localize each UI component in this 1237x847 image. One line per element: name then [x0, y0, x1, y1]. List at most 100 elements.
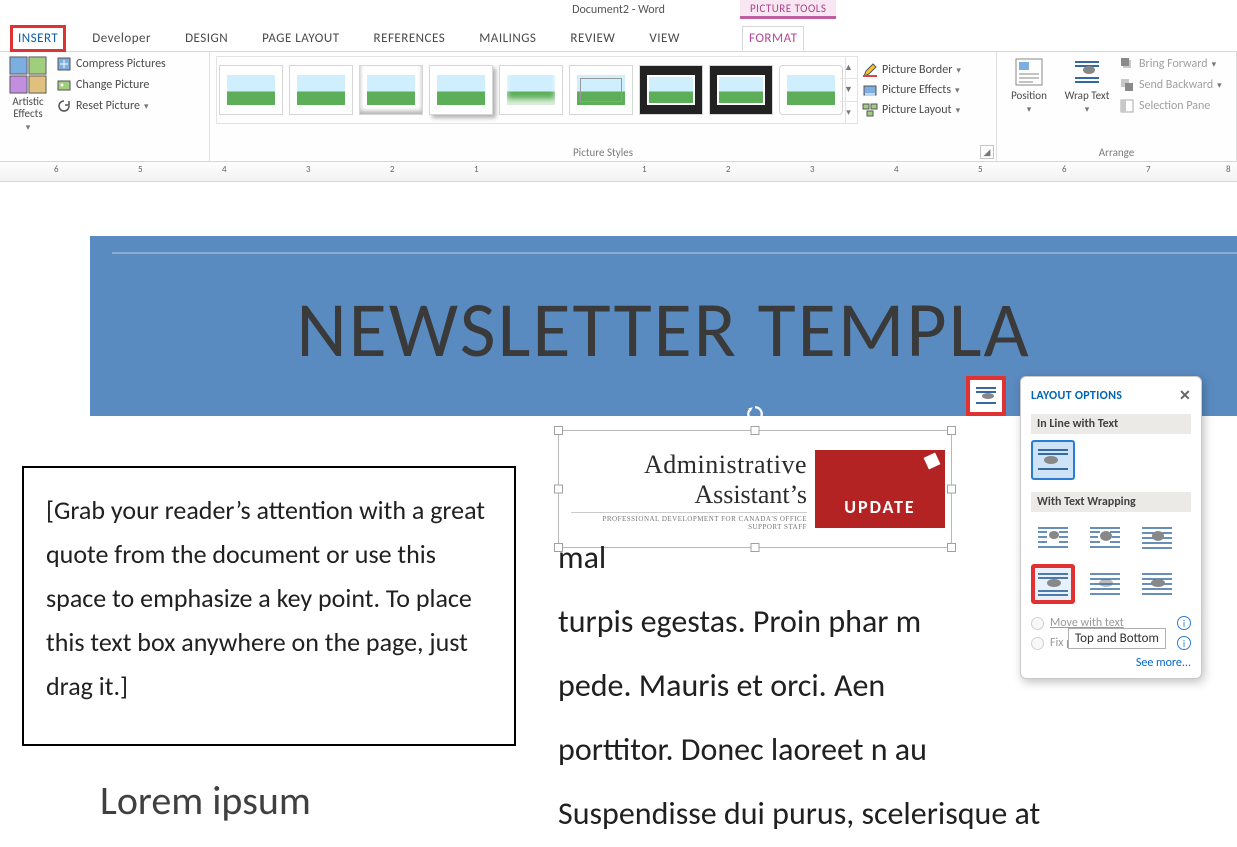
- ruler-tick: 3: [306, 164, 311, 175]
- wrap-option-top-bottom[interactable]: [1031, 564, 1075, 604]
- picture-styles-gallery[interactable]: [216, 56, 846, 124]
- horizontal-ruler[interactable]: 6 5 4 3 2 1 1 2 3 4 5 6 7 8: [0, 162, 1237, 182]
- fix-position-input[interactable]: [1031, 637, 1044, 650]
- picture-layout-label: Picture Layout: [882, 103, 952, 117]
- picture-layout-button[interactable]: Picture Layout: [862, 102, 961, 118]
- compress-label: Compress Pictures: [76, 57, 166, 71]
- pencil-icon: [862, 62, 878, 78]
- artistic-effects-button[interactable]: Artistic Effects: [6, 56, 50, 134]
- document-canvas[interactable]: NEWSLETTER TEMPLA [Grab your reader’s at…: [0, 182, 1237, 847]
- gallery-dropdown[interactable]: ▾: [840, 102, 857, 123]
- ribbon-tabs: INSERT Developer DESIGN PAGE LAYOUT REFE…: [0, 22, 1237, 52]
- picture-effects-label: Picture Effects: [882, 83, 951, 97]
- selection-pane-icon: [1119, 98, 1135, 114]
- selection-pane-label: Selection Pane: [1139, 99, 1210, 113]
- image-badge: UPDATE: [815, 450, 945, 528]
- wrap-option-behind[interactable]: [1083, 564, 1127, 604]
- picture-border-label: Picture Border: [882, 63, 952, 77]
- tab-mailings[interactable]: MAILINGS: [473, 27, 542, 50]
- picture-layout-icon: [862, 102, 878, 118]
- close-icon[interactable]: ✕: [1179, 387, 1191, 404]
- picture-styles-dialog-launcher[interactable]: ◢: [980, 145, 994, 159]
- image-text-line2: Assistant’s: [571, 480, 807, 510]
- info-icon[interactable]: i: [1177, 636, 1191, 650]
- tab-page-layout[interactable]: PAGE LAYOUT: [256, 27, 345, 50]
- gallery-row-up[interactable]: ▲: [840, 57, 857, 79]
- style-thumb-1[interactable]: [219, 65, 283, 115]
- style-thumb-8[interactable]: [709, 65, 773, 115]
- wrap-text-button[interactable]: Wrap Text: [1061, 56, 1113, 116]
- position-button[interactable]: Position: [1003, 56, 1055, 116]
- style-thumb-4[interactable]: [429, 65, 493, 115]
- image-text-line1: Administrative: [571, 450, 807, 480]
- picture-effects-button[interactable]: Picture Effects: [862, 82, 961, 98]
- change-picture-label: Change Picture: [76, 78, 149, 92]
- reset-picture-label: Reset Picture: [76, 99, 140, 113]
- wrap-behind-icon: [1088, 571, 1122, 597]
- tab-design[interactable]: DESIGN: [179, 27, 234, 50]
- compress-pictures-button[interactable]: Compress Pictures: [56, 56, 166, 72]
- ruler-tick: 2: [390, 164, 395, 175]
- quote-text: [Grab your reader’s attention with a gre…: [46, 494, 485, 702]
- tab-view[interactable]: VIEW: [643, 27, 686, 50]
- tab-developer[interactable]: Developer: [86, 27, 157, 50]
- style-thumb-5[interactable]: [499, 65, 563, 115]
- wrap-option-tight[interactable]: [1083, 518, 1127, 558]
- style-thumb-9[interactable]: [779, 65, 843, 115]
- ribbon: Artistic Effects Compress Pictures Chang…: [0, 52, 1237, 162]
- tab-review[interactable]: REVIEW: [564, 27, 621, 50]
- info-icon[interactable]: i: [1177, 616, 1191, 630]
- heading-lorem[interactable]: Lorem ipsum: [100, 776, 311, 825]
- ruler-tick: 6: [1062, 164, 1067, 175]
- send-backward-button[interactable]: Send Backward: [1119, 77, 1222, 93]
- ruler-tick: 6: [54, 164, 59, 175]
- gallery-row-down[interactable]: ▼: [840, 79, 857, 101]
- wrap-option-front[interactable]: [1135, 564, 1179, 604]
- resize-handle[interactable]: [554, 485, 563, 494]
- layout-options-button[interactable]: [966, 376, 1006, 416]
- selection-pane-button[interactable]: Selection Pane: [1119, 98, 1222, 114]
- tooltip-top-and-bottom: Top and Bottom: [1068, 628, 1166, 649]
- wrap-text-icon: [1071, 56, 1103, 88]
- wrap-option-square[interactable]: [1031, 518, 1075, 558]
- document-title: Document2 - Word: [572, 3, 665, 17]
- resize-handle[interactable]: [554, 426, 563, 435]
- rotate-handle-icon[interactable]: [746, 405, 764, 423]
- style-thumb-6[interactable]: [569, 65, 633, 115]
- bring-forward-icon: [1119, 56, 1135, 72]
- position-icon: [1013, 56, 1045, 88]
- layout-options-icon: [974, 385, 998, 407]
- resize-handle[interactable]: [947, 485, 956, 494]
- change-picture-icon: [56, 77, 72, 93]
- style-thumb-7[interactable]: [639, 65, 703, 115]
- quote-text-box[interactable]: [Grab your reader’s attention with a gre…: [22, 466, 516, 746]
- wrap-tight-icon: [1088, 525, 1122, 551]
- contextual-tab-picture-tools: PICTURE TOOLS: [740, 0, 836, 19]
- see-more-link[interactable]: See more...: [1031, 656, 1191, 670]
- wrap-option-inline[interactable]: [1031, 440, 1075, 480]
- resize-handle[interactable]: [947, 426, 956, 435]
- compress-icon: [56, 56, 72, 72]
- wrap-through-icon: [1140, 525, 1174, 551]
- ruler-tick: 4: [222, 164, 227, 175]
- wrap-text-label: Wrap Text: [1065, 90, 1110, 102]
- tab-format[interactable]: FORMAT: [742, 26, 804, 51]
- move-with-text-input[interactable]: [1031, 617, 1044, 630]
- tab-references[interactable]: REFERENCES: [368, 27, 452, 50]
- resize-handle[interactable]: [751, 426, 760, 435]
- gallery-more-button[interactable]: ▲ ▼ ▾: [840, 56, 858, 124]
- maple-leaf-icon: [920, 449, 943, 472]
- change-picture-button[interactable]: Change Picture: [56, 77, 166, 93]
- bring-forward-label: Bring Forward: [1139, 57, 1208, 71]
- style-thumb-3[interactable]: [359, 65, 423, 115]
- picture-styles-group-label: Picture Styles: [216, 144, 990, 159]
- reset-picture-button[interactable]: Reset Picture: [56, 98, 166, 114]
- section-wrap-label: With Text Wrapping: [1031, 492, 1191, 512]
- send-backward-label: Send Backward: [1139, 78, 1213, 92]
- layout-options-title: LAYOUT OPTIONS: [1031, 389, 1122, 403]
- style-thumb-2[interactable]: [289, 65, 353, 115]
- picture-border-button[interactable]: Picture Border: [862, 62, 961, 78]
- tab-insert[interactable]: INSERT: [12, 27, 64, 50]
- wrap-option-through[interactable]: [1135, 518, 1179, 558]
- bring-forward-button[interactable]: Bring Forward: [1119, 56, 1222, 72]
